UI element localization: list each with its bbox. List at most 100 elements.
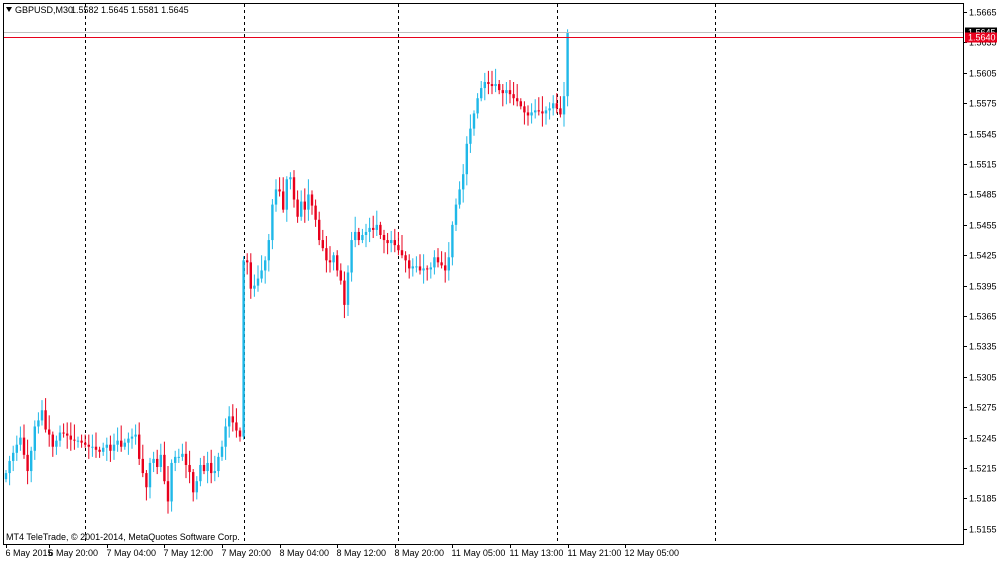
candle-body <box>487 82 490 85</box>
time-tick-label: 7 May 04:00 <box>107 548 157 558</box>
price-tick-label: 1.5485 <box>969 190 997 200</box>
candle-body <box>242 260 245 437</box>
price-tick-label: 1.5425 <box>969 251 997 261</box>
candle-body <box>202 464 206 472</box>
candle-body <box>246 260 249 263</box>
candle-body <box>501 90 504 94</box>
candle-body <box>393 240 396 246</box>
price-tick-label: 1.5215 <box>969 464 997 474</box>
candle-body <box>267 240 270 261</box>
candle-body <box>40 410 44 421</box>
candle-body <box>231 416 234 423</box>
candle-body <box>228 416 231 427</box>
time-tick-label: 11 May 05:00 <box>452 548 506 558</box>
time-axis: 6 May 20156 May 20:00 7 May 04:00 7 May 12… <box>6 544 679 558</box>
candle-body <box>127 438 130 443</box>
candle-body <box>66 433 69 436</box>
candle-body <box>534 110 537 113</box>
price-tick-label: 1.5365 <box>969 312 997 322</box>
candle-body <box>328 260 332 263</box>
candle-body <box>559 108 562 115</box>
candle-body <box>555 103 558 109</box>
candle-body <box>314 205 317 220</box>
candle-body <box>400 250 404 256</box>
candle-body <box>224 426 227 447</box>
candle-body <box>109 444 112 451</box>
candle-body <box>120 440 123 447</box>
candle-body <box>30 450 33 472</box>
candle-body <box>4 473 8 480</box>
candle-body <box>289 177 292 180</box>
candle-body <box>530 112 533 116</box>
candle-body <box>22 437 26 455</box>
candle-body <box>220 446 224 457</box>
candle-body <box>404 255 407 261</box>
time-tick-label: 11 May 13:00 <box>510 548 564 558</box>
price-tick-label: 1.5335 <box>969 342 997 352</box>
candle-body <box>91 446 94 448</box>
candle-body <box>325 248 328 261</box>
price-tick-label: 1.5305 <box>969 373 997 383</box>
candle-body <box>390 240 393 244</box>
price-axis: 1.56651.56351.56051.55751.55451.55151.54… <box>963 8 997 535</box>
candle-body <box>87 444 90 447</box>
symbol-timeframe: GBPUSD,M30 <box>15 5 73 15</box>
candle-body <box>444 265 447 271</box>
candle-body <box>397 245 400 251</box>
candle-body <box>379 224 382 235</box>
candle-body <box>282 191 285 210</box>
candle-body <box>271 204 274 241</box>
candle-body <box>411 266 414 269</box>
candle-body <box>253 285 256 289</box>
candle-body <box>548 108 551 111</box>
candle-body <box>454 204 458 225</box>
candle-body <box>361 234 364 241</box>
ohlc-values: 1.5582 1.5645 1.5581 1.5645 <box>71 5 189 15</box>
time-tick-label: 6 May 2015 <box>6 548 53 558</box>
candle-body <box>177 456 180 458</box>
candle-body <box>274 189 278 205</box>
candle-body <box>523 106 526 113</box>
price-tick-label: 1.5455 <box>969 221 997 231</box>
candle-body <box>472 113 476 129</box>
candle-body <box>285 179 288 210</box>
candle-body <box>343 280 346 305</box>
candle-body <box>152 458 155 463</box>
candle-body <box>199 464 202 482</box>
candle-body <box>436 257 440 263</box>
candle-body <box>62 432 65 434</box>
candle-body <box>364 231 368 235</box>
candle-body <box>192 472 195 493</box>
candle-body <box>141 458 144 474</box>
candle-body <box>296 199 299 217</box>
candle-body <box>447 257 450 271</box>
time-tick-label: 7 May 20:00 <box>222 548 272 558</box>
price-labels: 1.56451.5640 <box>965 27 997 43</box>
candle-body <box>415 266 418 268</box>
candle-body <box>166 481 170 502</box>
price-tick-label: 1.5515 <box>969 160 997 170</box>
candle-body <box>55 440 58 447</box>
candle-body <box>264 260 267 271</box>
time-tick-label: 8 May 04:00 <box>280 548 330 558</box>
candle-body <box>84 442 87 445</box>
candles <box>4 29 569 514</box>
candle-body <box>451 224 454 258</box>
candle-body <box>350 240 353 273</box>
candle-body <box>476 98 479 114</box>
candle-body <box>33 426 36 451</box>
copyright-text: MT4 TeleTrade, © 2001-2014, MetaQuotes S… <box>6 532 240 542</box>
candle-body <box>145 473 148 488</box>
candle-body <box>462 174 465 190</box>
collapse-triangle-icon[interactable] <box>6 7 12 12</box>
candle-body <box>206 462 209 472</box>
candle-body <box>184 453 188 465</box>
candle-body <box>336 255 339 271</box>
candle-body <box>130 436 134 439</box>
price-tick-label: 1.5185 <box>969 494 997 504</box>
candle-body <box>37 420 40 427</box>
candle-body <box>134 434 137 437</box>
candle-body <box>566 32 569 97</box>
candle-body <box>490 84 494 87</box>
time-tick-label: 8 May 20:00 <box>395 548 445 558</box>
